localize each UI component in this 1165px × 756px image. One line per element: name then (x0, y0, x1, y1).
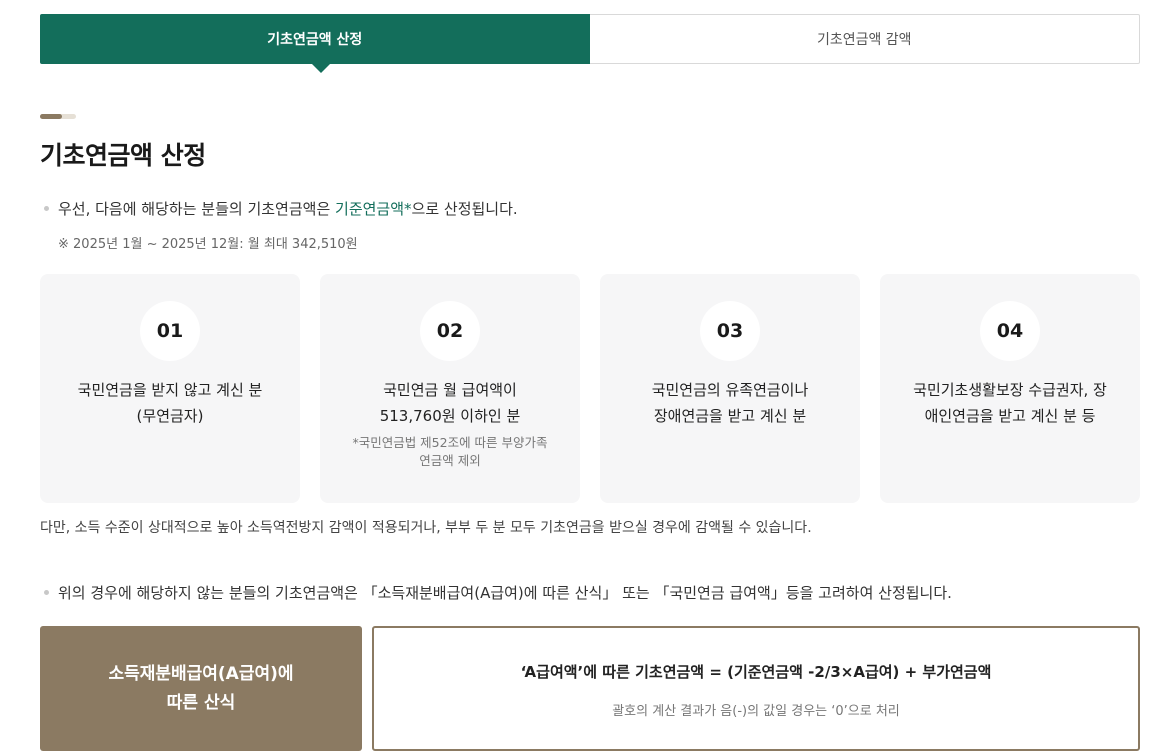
eligibility-card: 01 국민연금을 받지 않고 계신 분 (무연금자) (40, 274, 300, 503)
formula-note: 괄호의 계산 결과가 음(-)의 값일 경우는 ‘0’으로 처리 (612, 704, 900, 719)
card-number-badge: 04 (980, 301, 1040, 361)
bullet-standard-amount: 우선, 다음에 해당하는 분들의 기초연금액은 기준연금액*으로 산정됩니다. (44, 198, 518, 219)
card-footnote: *국민연금법 제52조에 따른 부양가족 연금액 제외 (330, 434, 570, 470)
card-line: 513,760원 이하인 분 (379, 407, 521, 425)
tab-basic-pension-calculation[interactable]: 기초연금액 산정 (40, 14, 590, 73)
eligibility-card: 04 국민기초생활보장 수급권자, 장 애인연금을 받고 계신 분 등 (880, 274, 1140, 503)
card-line: 국민연금 월 급여액이 (383, 381, 517, 399)
card-line: 국민연금의 유족연금이나 (651, 381, 809, 399)
tab-label: 기초연금액 감액 (816, 32, 912, 48)
formula-box: ‘A급여액’에 따른 기초연금액 = (기준연금액 -2/3×A급여) + 부가… (372, 626, 1140, 751)
bullet-text: 우선, 다음에 해당하는 분들의 기초연금액은 (58, 200, 336, 218)
bullet-formula-intro: 위의 경우에 해당하지 않는 분들의 기초연금액은 「소득재분배급여(A급여)에… (44, 582, 952, 603)
card-description: 국민연금을 받지 않고 계신 분 (무연금자) (50, 377, 290, 429)
card-footnote-line: 연금액 제외 (419, 453, 481, 468)
card-footnote-line: *국민연금법 제52조에 따른 부양가족 (352, 435, 548, 450)
title-accent-bar (40, 114, 76, 119)
card-line: 국민연금을 받지 않고 계신 분 (77, 381, 263, 399)
standard-amount-highlight: 기준연금액* (335, 200, 412, 218)
card-description: 국민연금의 유족연금이나 장애연금을 받고 계신 분 (610, 377, 850, 429)
card-number-badge: 01 (140, 301, 200, 361)
formula-label-line: 소득재분배급여(A급여)에 (108, 663, 294, 684)
card-line: 애인연금을 받고 계신 분 등 (924, 407, 1096, 425)
tab-bar: 기초연금액 산정 기초연금액 감액 (40, 14, 1140, 73)
card-line: 국민기초생활보장 수급권자, 장 (913, 381, 1107, 399)
card-description: 국민연금 월 급여액이 513,760원 이하인 분 (330, 377, 570, 429)
eligibility-cards: 01 국민연금을 받지 않고 계신 분 (무연금자) 02 국민연금 월 급여액… (40, 274, 1140, 503)
reduction-info-text: 다만, 소득 수준이 상대적으로 높아 소득역전방지 감액이 적용되거나, 부부… (40, 520, 812, 536)
formula-label-box: 소득재분배급여(A급여)에 따른 산식 (40, 626, 362, 751)
formula-text: ‘A급여액’에 따른 기초연금액 = (기준연금액 -2/3×A급여) + 부가… (520, 663, 992, 681)
card-description: 국민기초생활보장 수급권자, 장 애인연금을 받고 계신 분 등 (890, 377, 1130, 429)
card-line: (무연금자) (136, 407, 204, 425)
bullet-text: 위의 경우에 해당하지 않는 분들의 기초연금액은 「소득재분배급여(A급여)에… (58, 584, 952, 602)
card-number-badge: 03 (700, 301, 760, 361)
eligibility-card: 03 국민연금의 유족연금이나 장애연금을 받고 계신 분 (600, 274, 860, 503)
bullet-text-suffix: 으로 산정됩니다. (411, 200, 518, 218)
max-amount-note: ※ 2025년 1월 ~ 2025년 12월: 월 최대 342,510원 (58, 237, 358, 252)
card-line: 장애연금을 받고 계신 분 (653, 407, 807, 425)
tab-label: 기초연금액 산정 (267, 32, 363, 48)
page-title: 기초연금액 산정 (40, 141, 206, 170)
card-number-badge: 02 (420, 301, 480, 361)
tab-basic-pension-reduction[interactable]: 기초연금액 감액 (589, 14, 1140, 64)
eligibility-card: 02 국민연금 월 급여액이 513,760원 이하인 분 *국민연금법 제52… (320, 274, 580, 503)
formula-label-line: 따른 산식 (166, 692, 236, 713)
